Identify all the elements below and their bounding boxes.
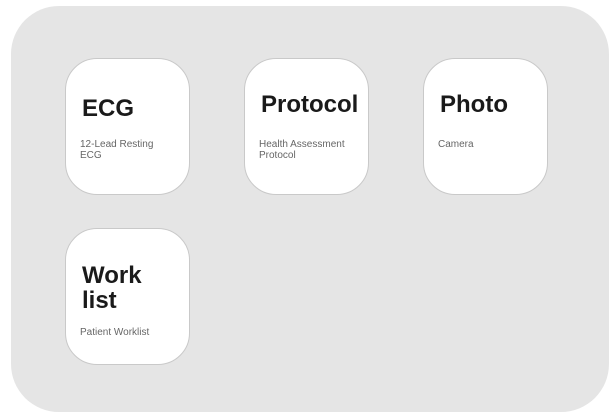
photo-tile-subtitle: Camera	[438, 139, 474, 150]
protocol-tile-subtitle: Health Assessment Protocol	[259, 139, 345, 161]
worklist-tile-title: Work list	[82, 262, 142, 314]
protocol-tile[interactable]: Protocol Health Assessment Protocol	[244, 58, 369, 195]
ecg-tile[interactable]: ECG 12-Lead Resting ECG	[65, 58, 190, 195]
photo-tile[interactable]: Photo Camera	[423, 58, 548, 195]
app-launcher-panel: ECG 12-Lead Resting ECG Protocol Health …	[11, 6, 609, 412]
worklist-tile[interactable]: Work list Patient Worklist	[65, 228, 190, 365]
photo-tile-title: Photo	[440, 91, 508, 118]
ecg-tile-title: ECG	[82, 95, 135, 122]
worklist-tile-subtitle: Patient Worklist	[80, 327, 150, 338]
protocol-tile-title: Protocol	[261, 91, 359, 118]
ecg-tile-subtitle: 12-Lead Resting ECG	[80, 139, 154, 161]
